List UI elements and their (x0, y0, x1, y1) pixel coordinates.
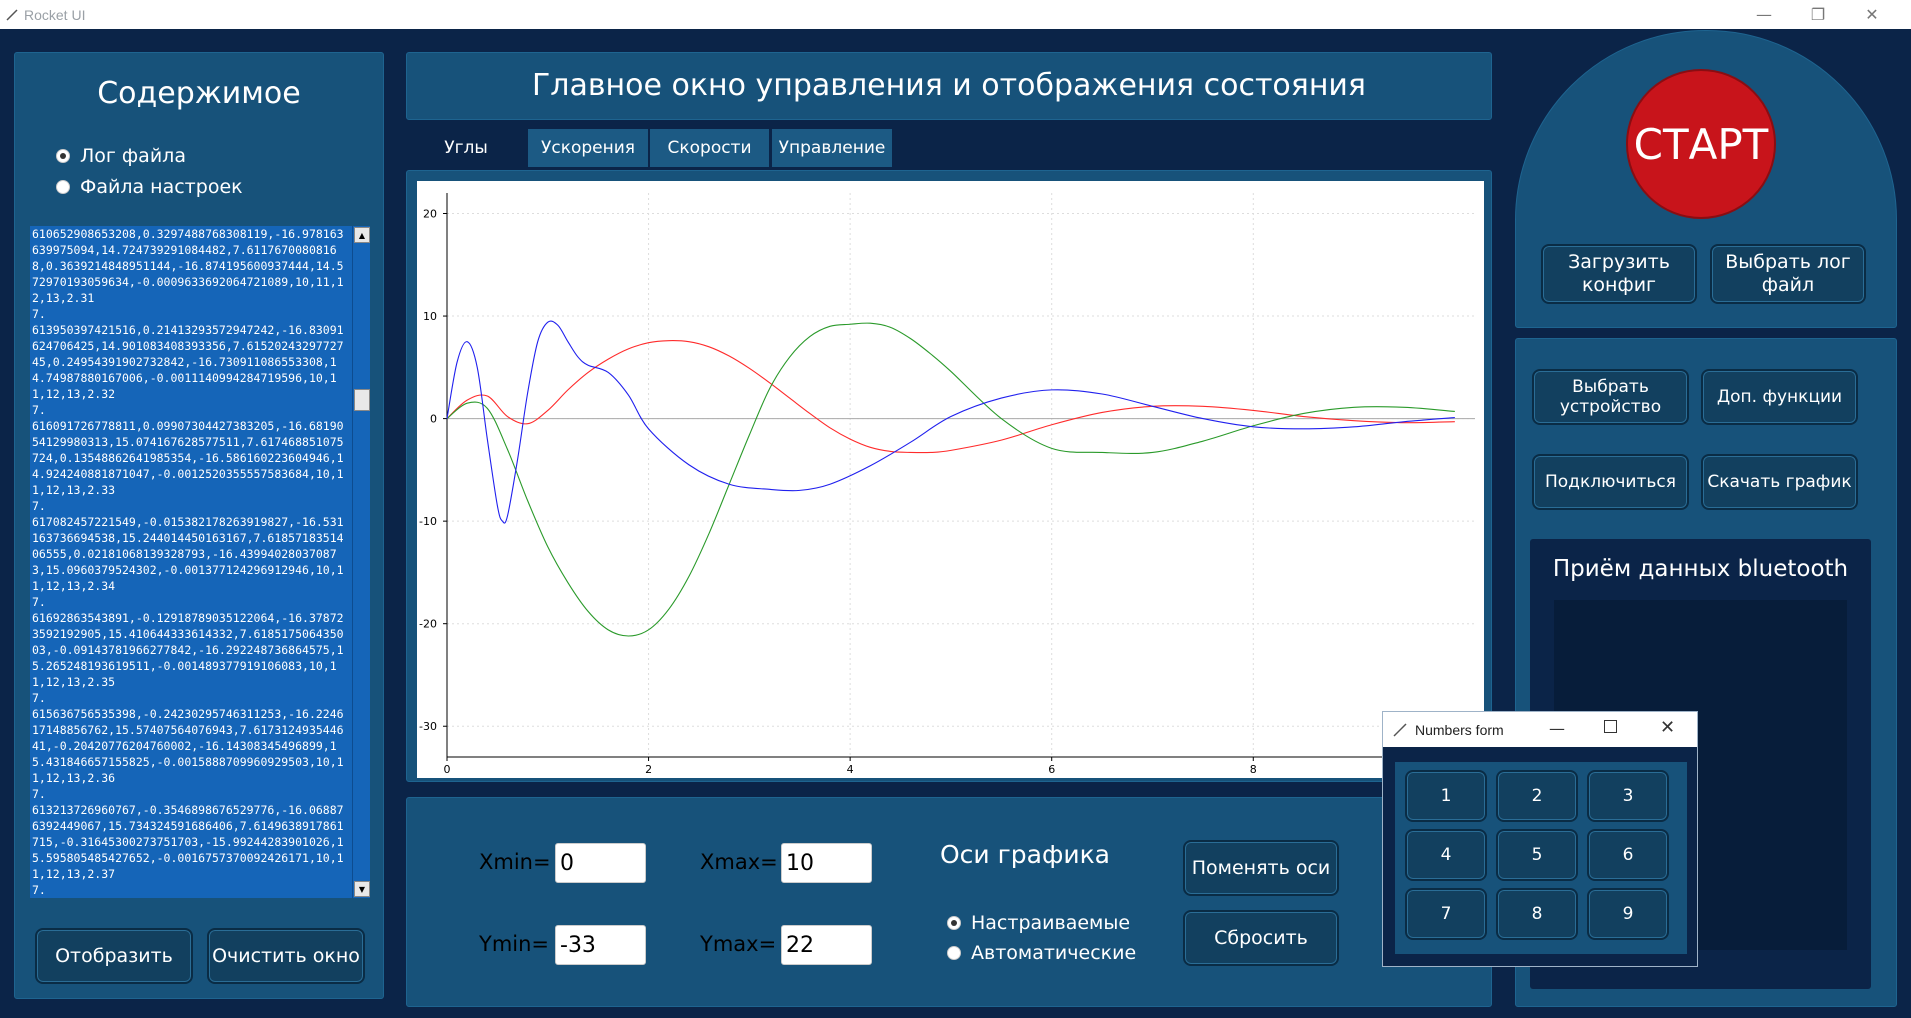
y-tick-label: -30 (419, 720, 437, 733)
y-tick-label: 0 (430, 413, 437, 426)
radio-label: Автоматические (971, 942, 1137, 964)
show-button[interactable]: Отобразить (35, 928, 193, 984)
x-tick-label: 4 (847, 763, 854, 776)
axes-control-panel (406, 797, 1492, 1007)
log-scrollbar[interactable]: ▲ ▼ (352, 226, 370, 898)
tab-angles[interactable]: Углы (416, 128, 516, 168)
key-2-button[interactable]: 2 (1496, 770, 1578, 822)
y-tick-label: -10 (419, 515, 437, 528)
tab-accelerations[interactable]: Ускорения (527, 128, 649, 168)
numbers-form-titlebar: Numbers form — ✕ (1383, 712, 1697, 747)
ymin-label: Ymin= (479, 932, 550, 956)
y-tick-label: 20 (423, 208, 437, 221)
log-line: 613950397421516,0.21413293572947242,-16.… (32, 323, 344, 401)
xmin-field[interactable]: 0 (555, 843, 646, 883)
reset-button[interactable]: Сбросить (1183, 910, 1339, 966)
key-6-button[interactable]: 6 (1587, 829, 1669, 881)
download-chart-button[interactable]: Скачать график (1701, 454, 1858, 510)
key-3-button[interactable]: 3 (1587, 770, 1669, 822)
choose-log-file-button[interactable]: Выбрать лог файл (1710, 244, 1866, 304)
xmax-label: Xmax= (700, 850, 778, 874)
extra-functions-button[interactable]: Доп. функции (1701, 369, 1858, 425)
content-heading: Содержимое (97, 76, 301, 111)
window-title: Rocket UI (24, 6, 86, 23)
close-icon[interactable]: ✕ (1660, 717, 1675, 738)
ymin-field[interactable]: -33 (555, 925, 646, 965)
numbers-form-window: Numbers form — ✕ 123 456 789 (1382, 711, 1698, 967)
key-9-button[interactable]: 9 (1587, 888, 1669, 940)
log-line: 7. (32, 787, 46, 801)
tab-speeds[interactable]: Скорости (649, 128, 770, 168)
key-5-button[interactable]: 5 (1496, 829, 1578, 881)
scroll-up-icon[interactable]: ▲ (354, 227, 370, 243)
green-series-line (446, 322, 1455, 637)
x-tick-label: 0 (444, 763, 451, 776)
ymax-field[interactable]: 22 (781, 925, 872, 965)
log-line: 7. (32, 307, 46, 321)
scroll-thumb[interactable] (354, 389, 370, 411)
ymax-label: Ymax= (700, 932, 777, 956)
tab-control[interactable]: Управление (771, 128, 893, 168)
main-heading: Главное окно управления и отображения со… (532, 68, 1366, 103)
maximize-icon[interactable] (1604, 720, 1617, 733)
log-line: 615636756535398,-0.24230295746311253,-16… (32, 707, 344, 785)
app-icon (1393, 722, 1407, 737)
log-line: 617082457221549,-0.015382178263919827,-1… (32, 515, 344, 593)
numbers-form-title: Numbers form (1415, 721, 1504, 738)
log-line: 61692863543891,-0.12918789035122064,-16.… (32, 611, 344, 689)
radio-settings-file[interactable]: Файла настроек (56, 176, 243, 198)
radio-unselected-icon (56, 180, 70, 194)
radio-selected-icon (56, 149, 70, 163)
radio-label: Лог файла (80, 145, 186, 167)
minimize-icon[interactable]: — (1549, 719, 1565, 738)
key-7-button[interactable]: 7 (1405, 888, 1487, 940)
minimize-button[interactable]: — (1737, 0, 1791, 29)
y-tick-label: 10 (423, 310, 437, 323)
maximize-button[interactable]: ❐ (1791, 0, 1845, 29)
xmin-label: Xmin= (479, 850, 551, 874)
log-line: 7. (32, 499, 46, 513)
log-line: 7. (32, 883, 46, 897)
swap-axes-button[interactable]: Поменять оси (1183, 840, 1339, 896)
radio-auto-axes[interactable]: Автоматические (947, 942, 1136, 964)
y-tick-label: -20 (419, 618, 437, 631)
x-tick-label: 6 (1048, 763, 1055, 776)
close-button[interactable]: ✕ (1845, 0, 1899, 29)
key-1-button[interactable]: 1 (1405, 770, 1487, 822)
start-button[interactable]: СТАРТ (1626, 69, 1776, 219)
log-line: 613213726960767,-0.3546898676529776,-16.… (32, 803, 344, 881)
key-8-button[interactable]: 8 (1496, 888, 1578, 940)
load-config-button[interactable]: Загрузить конфиг (1541, 244, 1697, 304)
app-icon (6, 8, 18, 21)
connect-button[interactable]: Подключиться (1532, 454, 1689, 510)
bluetooth-heading: Приём данных bluetooth (1552, 556, 1849, 582)
log-line: 610652908653208,0.3297488768308119,-16.9… (32, 227, 344, 305)
radio-unselected-icon (947, 946, 961, 960)
log-line: 7. (32, 403, 46, 417)
log-text-area[interactable]: 610652908653208,0.3297488768308119,-16.9… (30, 226, 370, 898)
radio-label: Настраиваемые (971, 912, 1131, 934)
x-tick-label: 2 (645, 763, 652, 776)
red-series-line (446, 340, 1455, 454)
x-tick-label: 8 (1250, 763, 1257, 776)
scroll-down-icon[interactable]: ▼ (354, 881, 370, 897)
log-line: 616091726778811,0.09907304427383205,-16.… (32, 419, 344, 497)
radio-custom-axes[interactable]: Настраиваемые (947, 912, 1130, 934)
radio-log-file[interactable]: Лог файла (56, 145, 186, 167)
window-titlebar: Rocket UI — ❐ ✕ (0, 0, 1911, 29)
axes-title: Оси графика (940, 840, 1110, 869)
angles-chart[interactable]: 0 2 4 6 8 20 10 0 -10 -20 -30 (417, 181, 1484, 778)
clear-window-button[interactable]: Очистить окно (207, 928, 365, 984)
radio-label: Файла настроек (80, 176, 243, 198)
numbers-keypad: 123 456 789 (1395, 762, 1687, 954)
log-line: 7. (32, 595, 46, 609)
key-4-button[interactable]: 4 (1405, 829, 1487, 881)
radio-selected-icon (947, 916, 961, 930)
log-line: 7. (32, 691, 46, 705)
xmax-field[interactable]: 10 (781, 843, 872, 883)
blue-series-line (446, 320, 1455, 524)
choose-device-button[interactable]: Выбрать устройство (1532, 369, 1689, 425)
